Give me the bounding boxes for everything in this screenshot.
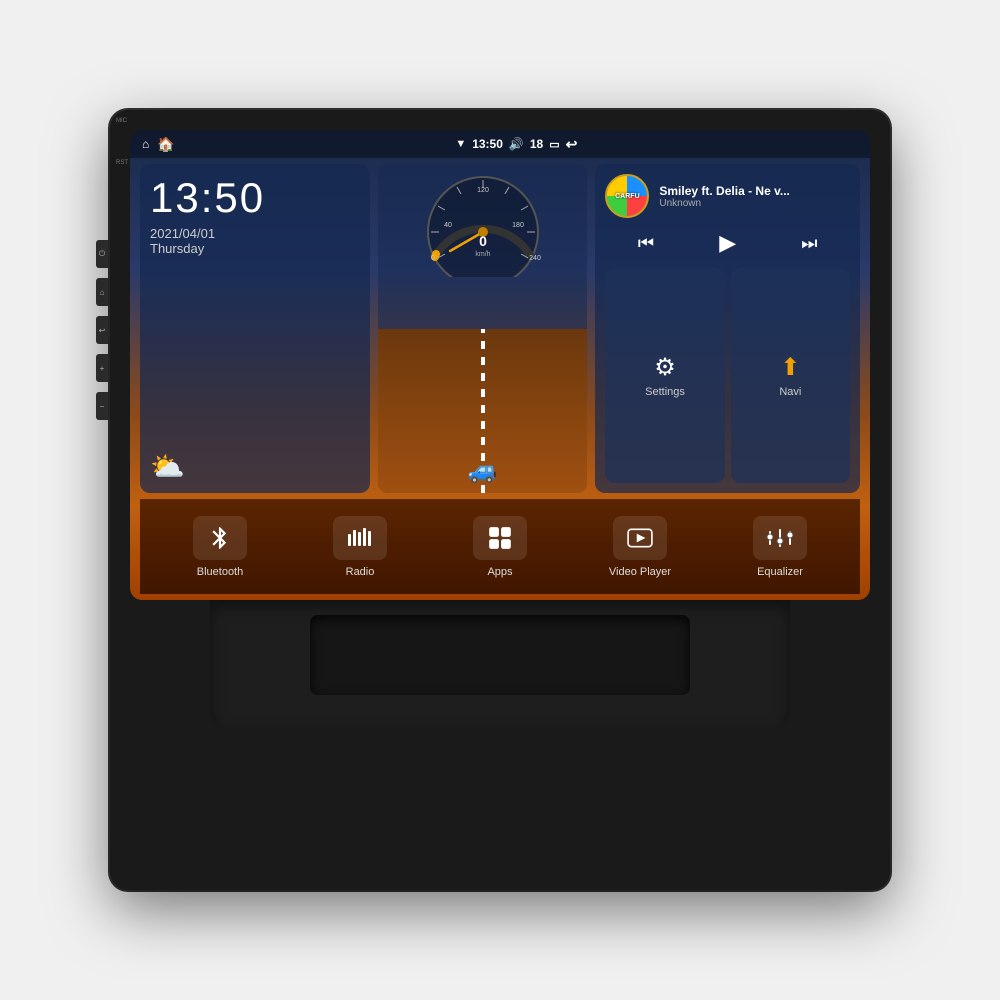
power-button[interactable]: ⏻ — [96, 240, 108, 268]
status-bar-center: ▼ 13:50 🔊 18 ▭ ↩ — [455, 136, 577, 153]
clock-time: 13:50 — [150, 174, 360, 222]
settings-icon: ⚙ — [654, 353, 676, 382]
music-title: Smiley ft. Delia - Ne v... — [659, 184, 850, 198]
status-time: 13:50 — [472, 137, 503, 151]
svg-text:0: 0 — [431, 255, 435, 262]
radio-icon — [346, 526, 374, 550]
status-bar-left: ⌂ 🏠 — [142, 136, 175, 153]
radio-label: Radio — [346, 566, 375, 578]
main-content: 13:50 2021/04/01 Thursday ⛅ — [130, 158, 870, 600]
home-icon[interactable]: ⌂ — [142, 137, 149, 151]
apps-icon-wrapper — [473, 516, 527, 560]
clock-weather: ⛅ — [150, 450, 360, 483]
navi-icon: ⬆ — [780, 353, 800, 382]
apps-icon — [487, 525, 513, 551]
status-bar: ⌂ 🏠 ▼ 13:50 🔊 18 ▭ ↩ — [130, 130, 870, 158]
next-button[interactable]: ⏭ — [793, 229, 825, 258]
clock-panel: 13:50 2021/04/01 Thursday ⛅ — [140, 164, 370, 493]
equalizer-label: Equalizer — [757, 566, 803, 578]
weather-icon: ⛅ — [150, 450, 185, 483]
home-side-button[interactable]: ⌂ — [96, 278, 108, 306]
svg-text:240: 240 — [529, 255, 541, 262]
apps-label: Apps — [487, 566, 512, 578]
clock-date: 2021/04/01 — [150, 226, 360, 241]
signal-icon: ▼ — [455, 138, 466, 150]
equalizer-icon-wrapper — [753, 516, 807, 560]
music-artist: Unknown — [659, 198, 850, 209]
bluetooth-app[interactable]: Bluetooth — [150, 516, 290, 578]
vol-down-button[interactable]: − — [96, 392, 108, 420]
rst-label: RST — [116, 160, 128, 166]
side-buttons: ⏻ ⌂ ↩ + − — [96, 240, 108, 420]
back-side-button[interactable]: ↩ — [96, 316, 108, 344]
svg-text:120: 120 — [477, 187, 489, 194]
music-controls: ⏮ ▶ ⏭ — [605, 226, 850, 260]
app-bar: Bluetooth Rad — [140, 499, 860, 594]
video-label: Video Player — [609, 566, 671, 578]
house-filled-icon[interactable]: 🏠 — [157, 136, 174, 153]
navi-button[interactable]: ⬆ Navi — [731, 268, 850, 483]
settings-button[interactable]: ⚙ Settings — [605, 268, 724, 483]
video-app[interactable]: Video Player — [570, 516, 710, 578]
screen-bezel: ⌂ 🏠 ▼ 13:50 🔊 18 ▭ ↩ — [130, 130, 870, 600]
clock-day: Thursday — [150, 241, 360, 256]
equalizer-app[interactable]: Equalizer — [710, 516, 850, 578]
road-scene: 0 40 120 180 240 0 km/h — [378, 164, 588, 493]
car-silhouette: 🚙 — [468, 456, 498, 485]
top-row: 13:50 2021/04/01 Thursday ⛅ — [140, 164, 860, 493]
device-bottom-chassis — [210, 600, 790, 730]
volume-level: 18 — [530, 137, 543, 151]
music-top: CARFU Smiley ft. Delia - Ne v... Unknown — [605, 174, 850, 218]
bluetooth-label: Bluetooth — [197, 566, 243, 578]
music-panel: CARFU Smiley ft. Delia - Ne v... Unknown… — [595, 164, 860, 493]
volume-icon: 🔊 — [509, 137, 524, 151]
play-button[interactable]: ▶ — [711, 226, 744, 260]
carfu-logo: CARFU — [605, 174, 649, 218]
equalizer-icon — [766, 526, 794, 550]
svg-text:180: 180 — [512, 222, 524, 229]
vol-up-button[interactable]: + — [96, 354, 108, 382]
window-icon: ▭ — [549, 138, 559, 151]
settings-label: Settings — [645, 386, 685, 398]
screen: ⌂ 🏠 ▼ 13:50 🔊 18 ▭ ↩ — [130, 130, 870, 600]
radio-icon-wrapper — [333, 516, 387, 560]
bluetooth-icon — [207, 525, 233, 551]
svg-text:km/h: km/h — [475, 251, 490, 258]
car-head-unit: MIC RST ⏻ ⌂ ↩ + − ⌂ 🏠 ▼ — [110, 110, 890, 890]
radio-app[interactable]: Radio — [290, 516, 430, 578]
bluetooth-icon-wrapper — [193, 516, 247, 560]
music-info: Smiley ft. Delia - Ne v... Unknown — [659, 184, 850, 209]
svg-text:0: 0 — [479, 233, 487, 249]
mic-label: MIC — [116, 118, 127, 124]
settings-navi-row: ⚙ Settings ⬆ Navi — [605, 268, 850, 483]
video-icon — [627, 525, 653, 551]
apps-app[interactable]: Apps — [430, 516, 570, 578]
prev-button[interactable]: ⏮ — [630, 229, 662, 258]
back-icon: ↩ — [566, 136, 578, 153]
speedometer-svg: 0 40 120 180 240 0 km/h — [423, 172, 543, 277]
svg-text:40: 40 — [444, 222, 452, 229]
navi-label: Navi — [779, 386, 801, 398]
speedometer-panel: 0 40 120 180 240 0 km/h — [378, 164, 588, 493]
video-icon-wrapper — [613, 516, 667, 560]
